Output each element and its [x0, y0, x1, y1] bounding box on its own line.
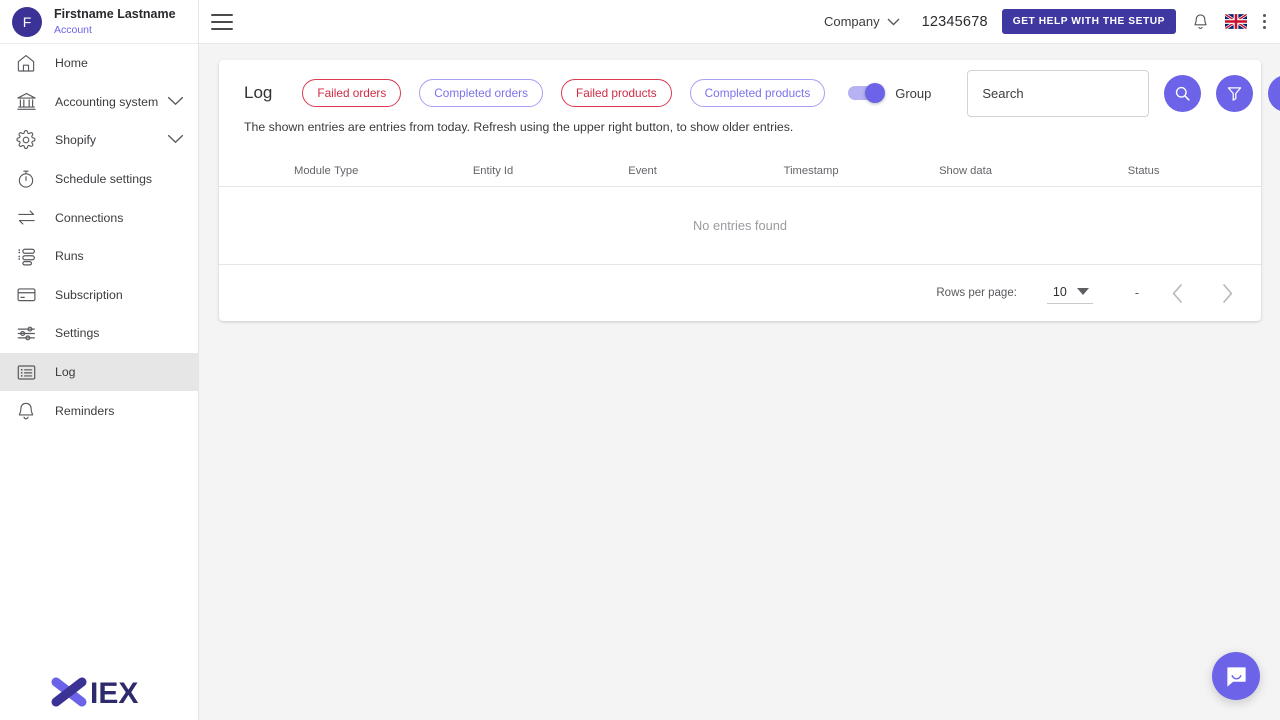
magnifier-icon: [1176, 86, 1190, 101]
sidebar-item-log[interactable]: Log: [0, 352, 198, 392]
sidebar-user-header[interactable]: F Firstname Lastname Account: [0, 0, 198, 44]
sidebar-item-subscription[interactable]: Subscription: [0, 276, 198, 315]
column-header-show-data: Show data: [939, 156, 1128, 187]
iex-logo: IEX: [0, 672, 199, 712]
group-toggle-label: Group: [895, 85, 932, 101]
sidebar-item-accounting-system[interactable]: Accounting system: [0, 83, 198, 122]
sliders-icon: [11, 320, 41, 346]
kebab-menu-icon[interactable]: [1263, 14, 1266, 29]
home-icon: [11, 50, 41, 76]
pagination-range: -: [1134, 286, 1139, 300]
runs-list-icon: [11, 243, 41, 269]
topbar: Company 12345678 GET HELP WITH THE SETUP: [199, 0, 1280, 44]
bell-icon: [1194, 13, 1207, 29]
filter-chip-row: Failed orders Completed orders Failed prod…: [302, 79, 843, 107]
sidebar-item-label: Shopify: [55, 133, 97, 148]
info-note: The shown entries are entries from today…: [244, 120, 794, 134]
sidebar: F Firstname Lastname Account Home Account…: [0, 0, 199, 720]
bell-icon: [11, 398, 41, 424]
get-help-button[interactable]: GET HELP WITH THE SETUP: [1001, 9, 1176, 34]
sidebar-item-label: Reminders: [55, 403, 115, 418]
sidebar-item-label: Connections: [55, 210, 124, 225]
language-selector[interactable]: [1225, 14, 1247, 29]
avatar: F: [12, 6, 42, 37]
chevron-right-icon: [1222, 283, 1232, 303]
sidebar-item-connections[interactable]: Connections: [0, 198, 198, 237]
previous-page-button[interactable]: [1165, 281, 1189, 305]
log-table-body: No entries found: [219, 186, 1261, 265]
page-title: Log: [244, 83, 273, 102]
account-link[interactable]: Account: [54, 24, 176, 36]
rows-per-page-label: Rows per page:: [936, 287, 1017, 299]
log-card: Log Failed orders Completed orders Failed …: [219, 60, 1280, 321]
sidebar-item-label: Log: [55, 365, 76, 380]
notifications-button[interactable]: [1192, 13, 1209, 31]
company-label: Company: [823, 14, 880, 29]
funnel-icon: [1228, 86, 1242, 101]
company-selector[interactable]: Company: [824, 14, 900, 29]
rows-per-page-value: 10: [1052, 284, 1067, 299]
sidebar-item-schedule-settings[interactable]: Schedule settings: [0, 160, 198, 199]
filter-chip-failed-orders[interactable]: Failed orders: [302, 79, 402, 107]
column-header-module: Module: [219, 156, 335, 187]
transfer-arrows-icon: [11, 205, 41, 231]
empty-state-message: No entries found: [219, 186, 1261, 265]
group-toggle-wrap: Group: [848, 83, 932, 103]
chat-bubble-icon: [1226, 666, 1246, 687]
log-card-header: Log Failed orders Completed orders Failed …: [219, 60, 1280, 126]
chevron-down-icon[interactable]: [167, 131, 184, 149]
user-name: Firstname Lastname: [54, 7, 176, 22]
filter-chip-failed-products[interactable]: Failed products: [561, 79, 672, 107]
log-list-icon: [11, 359, 41, 385]
table-header-row: Module Type Entity Id Event Timestamp Show da…: [219, 156, 1261, 187]
sidebar-item-label: Schedule settings: [55, 172, 153, 187]
credit-card-icon: [11, 282, 41, 308]
empty-state-row: No entries found: [219, 186, 1261, 265]
column-header-type: Type: [334, 156, 473, 187]
uk-flag-icon: [1225, 14, 1247, 29]
log-table-head: Module Type Entity Id Event Timestamp Show da…: [219, 156, 1261, 187]
chevron-down-icon: [1076, 288, 1089, 295]
column-header-status: Status: [1127, 156, 1261, 187]
hamburger-icon[interactable]: [208, 10, 236, 34]
sidebar-item-home[interactable]: Home: [0, 44, 198, 83]
chevron-down-icon[interactable]: [167, 93, 184, 111]
filter-chip-completed-orders[interactable]: Completed orders: [419, 79, 543, 107]
rows-per-page-select[interactable]: 10: [1046, 283, 1093, 304]
filter-chip-completed-products[interactable]: Completed products: [689, 79, 826, 107]
svg-text:IEX: IEX: [90, 677, 138, 710]
sidebar-nav: Home Accounting system Shopify Schedule set…: [0, 44, 198, 430]
chevron-down-icon: [887, 18, 900, 25]
chevron-left-icon: [1172, 283, 1182, 303]
group-toggle[interactable]: [848, 83, 886, 103]
sidebar-item-runs[interactable]: Runs: [0, 237, 198, 276]
stopwatch-icon: [11, 166, 41, 192]
column-header-event: Event: [628, 156, 784, 187]
filter-button[interactable]: [1216, 74, 1254, 112]
sidebar-item-reminders[interactable]: Reminders: [0, 391, 198, 430]
chat-widget-button[interactable]: [1212, 652, 1260, 700]
refresh-button[interactable]: [1268, 74, 1280, 112]
search-input[interactable]: [967, 69, 1150, 117]
search-button[interactable]: [1164, 74, 1202, 112]
column-header-timestamp: Timestamp: [783, 156, 940, 187]
log-table: Module Type Entity Id Event Timestamp Show da…: [219, 156, 1261, 265]
sidebar-item-label: Home: [55, 56, 88, 71]
organization-number: 12345678: [921, 13, 988, 30]
gear-icon: [11, 127, 41, 153]
sidebar-item-shopify[interactable]: Shopify: [0, 121, 198, 160]
bank-icon: [11, 89, 41, 115]
next-page-button[interactable]: [1215, 281, 1239, 305]
pagination: Rows per page: 10 -: [219, 265, 1261, 321]
sidebar-item-label: Subscription: [55, 287, 123, 302]
sidebar-item-settings[interactable]: Settings: [0, 314, 198, 353]
column-header-entity-id: Entity Id: [472, 156, 629, 187]
sidebar-item-label: Accounting system: [55, 94, 159, 109]
sidebar-item-label: Settings: [55, 326, 100, 341]
toggle-knob: [865, 83, 886, 103]
sidebar-item-label: Runs: [55, 249, 84, 264]
